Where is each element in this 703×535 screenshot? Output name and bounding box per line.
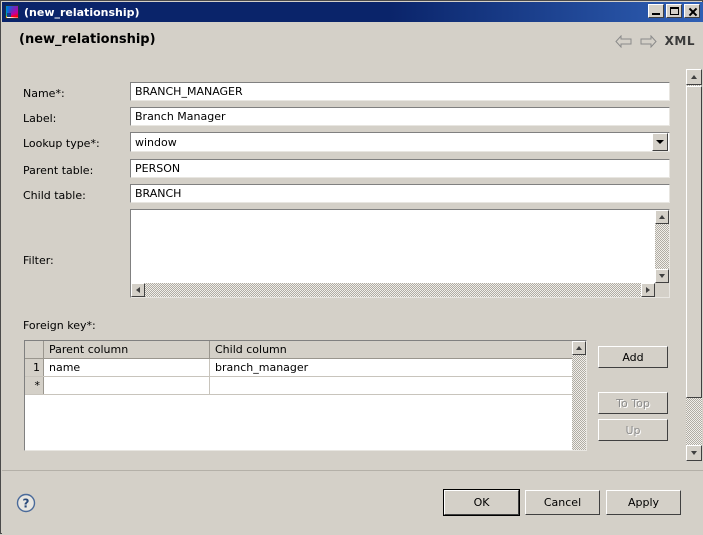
add-button[interactable]: Add xyxy=(598,346,668,368)
close-icon[interactable] xyxy=(684,4,700,18)
parent-column-header[interactable]: Parent column xyxy=(44,341,210,359)
arrow-right-icon[interactable] xyxy=(640,35,657,48)
xml-link[interactable]: XML xyxy=(665,34,695,48)
scrollbar-corner xyxy=(655,283,669,297)
table-vscrollbar[interactable] xyxy=(572,341,586,450)
cell-child-column[interactable]: branch_manager xyxy=(210,359,586,377)
dialog-header: (new_relationship) XML xyxy=(2,22,703,61)
window-title: (new_relationship) xyxy=(24,6,140,19)
dialog-window: (new_relationship) (new_relationship) XM… xyxy=(0,0,703,534)
app-color-wheel-icon xyxy=(5,5,19,19)
cell-parent-column[interactable] xyxy=(44,377,210,395)
parent-table-label: Parent table: xyxy=(23,164,93,177)
panel-vscrollbar[interactable] xyxy=(686,69,702,461)
header-actions: XML xyxy=(615,34,695,48)
svg-text:?: ? xyxy=(23,497,30,511)
table-row[interactable]: 1 name branch_manager xyxy=(25,359,586,377)
title-bar: (new_relationship) xyxy=(2,2,703,22)
table-header-row: Parent column Child column xyxy=(25,341,586,359)
filter-scroll-left-button[interactable] xyxy=(131,283,145,297)
panel-scroll-down-button[interactable] xyxy=(686,445,702,461)
arrow-left-icon[interactable] xyxy=(615,35,632,48)
minimize-icon[interactable] xyxy=(648,4,664,18)
chevron-down-icon[interactable] xyxy=(652,133,668,151)
maximize-icon[interactable] xyxy=(666,4,682,18)
cancel-button[interactable]: Cancel xyxy=(525,490,600,515)
label-label: Label: xyxy=(23,112,56,125)
child-column-header[interactable]: Child column xyxy=(210,341,586,359)
label-input[interactable]: Branch Manager xyxy=(130,107,670,126)
cell-child-column[interactable] xyxy=(210,377,586,395)
help-question-icon[interactable]: ? xyxy=(16,493,36,513)
row-number: * xyxy=(25,377,44,395)
filter-textarea-value[interactable] xyxy=(131,210,655,283)
page-title: (new_relationship) xyxy=(19,32,156,47)
row-number: 1 xyxy=(25,359,44,377)
cell-parent-column[interactable]: name xyxy=(44,359,210,377)
lookup-type-label: Lookup type*: xyxy=(23,137,100,150)
up-button[interactable]: Up xyxy=(598,419,668,441)
panel-scroll-thumb[interactable] xyxy=(686,86,702,398)
window-controls xyxy=(648,4,700,18)
to-top-button[interactable]: To Top xyxy=(598,392,668,414)
parent-table-input[interactable]: PERSON xyxy=(130,159,670,178)
filter-hscrollbar[interactable] xyxy=(131,283,655,297)
apply-button[interactable]: Apply xyxy=(606,490,681,515)
name-input[interactable]: BRANCH_MANAGER xyxy=(130,82,670,101)
foreign-key-label: Foreign key*: xyxy=(23,319,96,332)
child-table-input[interactable]: BRANCH xyxy=(130,184,670,203)
filter-scroll-right-button[interactable] xyxy=(641,283,655,297)
form-panel: Name*: BRANCH_MANAGER Label: Branch Mana… xyxy=(2,61,703,470)
row-number-header xyxy=(25,341,44,359)
panel-scroll-up-button[interactable] xyxy=(686,69,702,85)
name-label: Name*: xyxy=(23,87,65,100)
table-scroll-up-button[interactable] xyxy=(572,341,586,355)
child-table-label: Child table: xyxy=(23,189,86,202)
lookup-type-select[interactable]: window xyxy=(130,132,670,152)
ok-button[interactable]: OK xyxy=(444,490,519,515)
filter-scroll-up-button[interactable] xyxy=(655,210,669,224)
dialog-footer: ? OK Cancel Apply xyxy=(2,470,703,535)
filter-scroll-down-button[interactable] xyxy=(655,269,669,283)
filter-vscrollbar[interactable] xyxy=(655,210,669,283)
filter-textarea[interactable] xyxy=(130,209,670,298)
filter-label: Filter: xyxy=(23,254,54,267)
foreign-key-table[interactable]: Parent column Child column 1 name branch… xyxy=(24,340,587,451)
table-row[interactable]: * xyxy=(25,377,586,395)
